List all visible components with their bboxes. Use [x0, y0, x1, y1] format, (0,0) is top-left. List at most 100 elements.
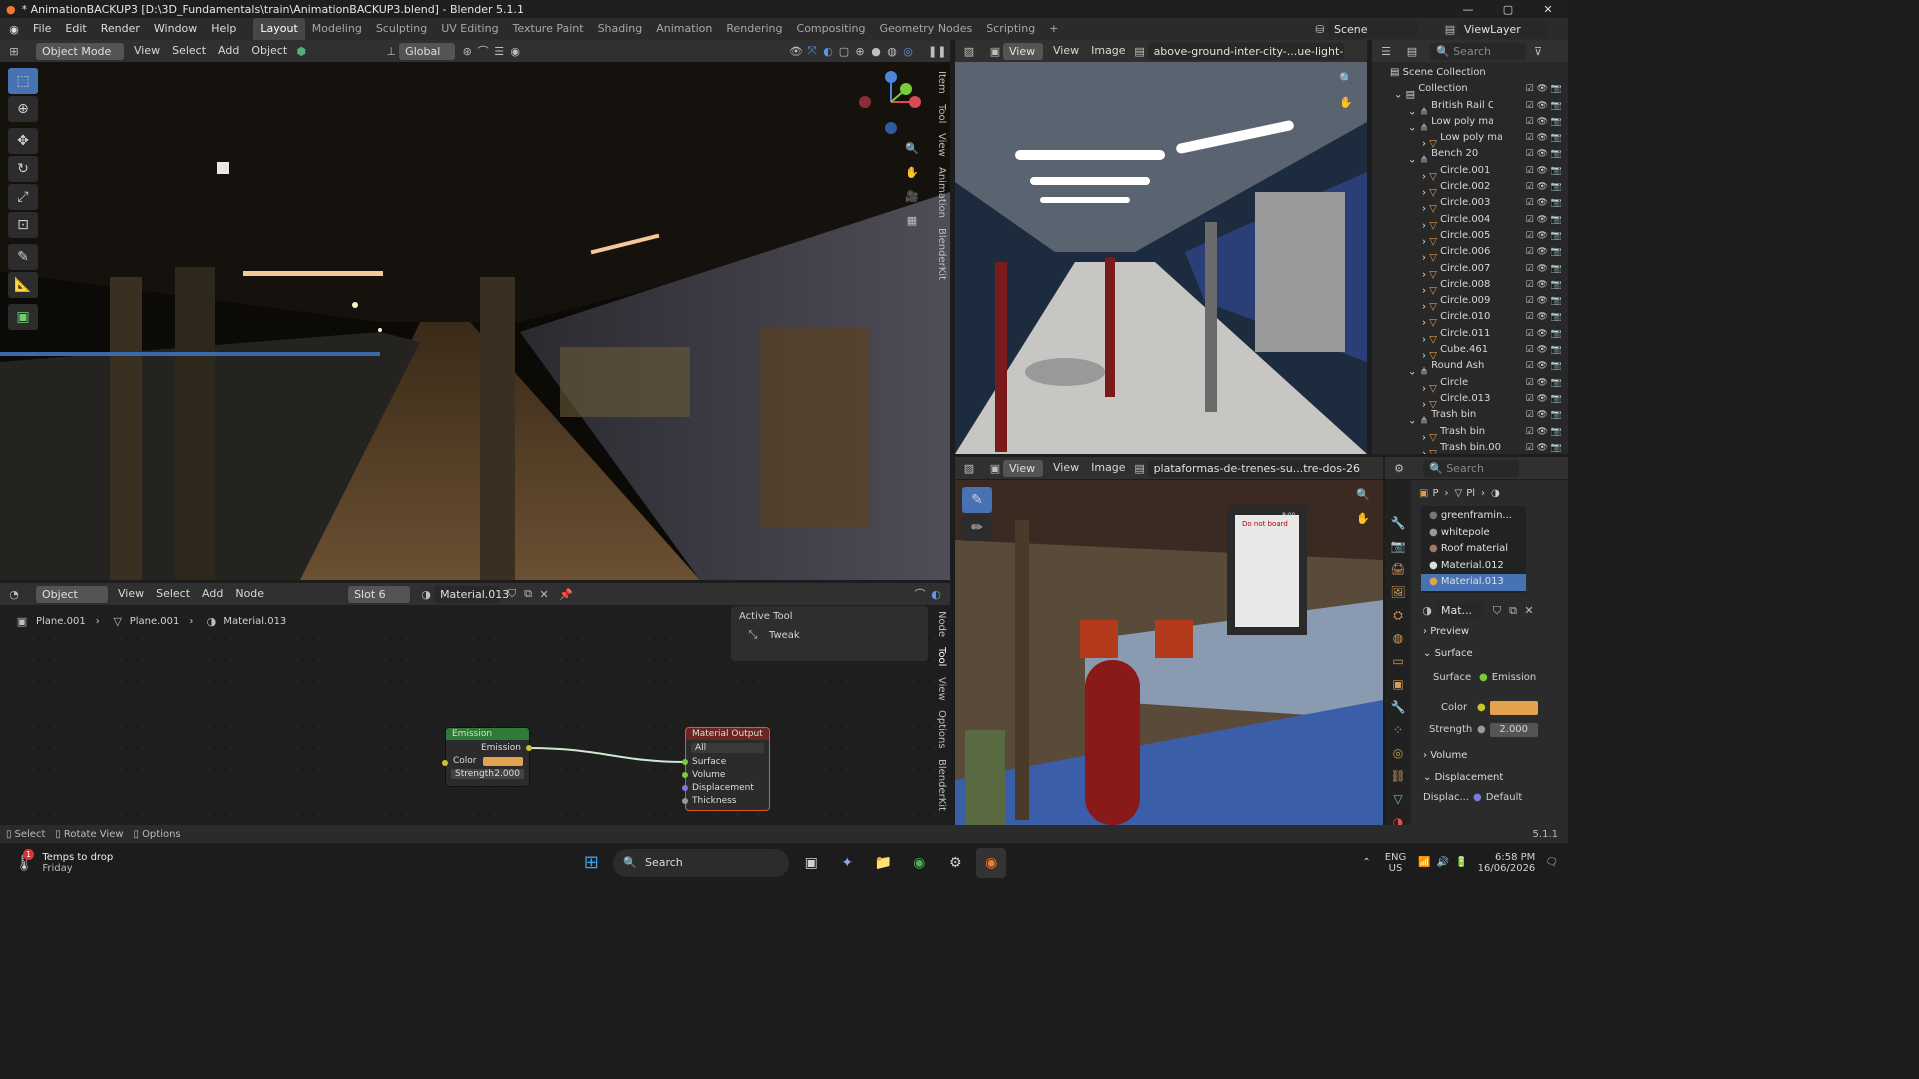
- node-snap-icon[interactable]: ⌒: [912, 586, 928, 602]
- image-sample-tool-icon[interactable]: ✎: [962, 487, 992, 513]
- outliner-row[interactable]: › ▽ Circle.004 ☑ 👁 📷: [1372, 212, 1568, 231]
- pause-render-icon[interactable]: ❚❚: [928, 45, 946, 58]
- image-bottom-menu-view[interactable]: View: [1047, 457, 1085, 479]
- node-editor[interactable]: ▣ Plane.001 › ▽ Plane.001 › ◑ Material.0…: [0, 605, 950, 825]
- image-bottom-name-field[interactable]: plataformas-de-trenes-su...tre-dos-26161…: [1147, 459, 1360, 477]
- tab-shading[interactable]: Shading: [591, 18, 650, 40]
- menu-help[interactable]: Help: [204, 18, 243, 40]
- outliner-type-icon[interactable]: ☰: [1378, 45, 1394, 58]
- visibility-toggles-icon[interactable]: ☑ 👁 📷: [1526, 440, 1562, 454]
- outliner-row[interactable]: › ▽ Trash bin ☑ 👁 📷: [1372, 424, 1568, 443]
- tab-item[interactable]: Item: [934, 66, 949, 99]
- outliner-row[interactable]: › ▽ Circle.009 ☑ 👁 📷: [1372, 293, 1568, 312]
- copilot-icon[interactable]: ✦: [832, 848, 862, 878]
- node-menu-add[interactable]: Add: [196, 583, 229, 605]
- outliner-row[interactable]: › ▽ Circle.007 ☑ 👁 📷: [1372, 261, 1568, 280]
- notification-icon[interactable]: 🗨: [1545, 857, 1558, 868]
- annotate-tool-icon[interactable]: ✎: [8, 244, 38, 270]
- properties-type-icon[interactable]: ⚙: [1391, 462, 1407, 475]
- zoom-icon[interactable]: 🔍: [904, 142, 920, 166]
- prop-unlink-icon[interactable]: ✕: [1521, 604, 1537, 617]
- image-top-view-dropdown[interactable]: View: [1003, 42, 1043, 60]
- image-bottom-view-dropdown[interactable]: View: [1003, 459, 1043, 477]
- lang-primary[interactable]: ENG: [1385, 852, 1407, 863]
- snap-target-icon[interactable]: ☰: [491, 45, 507, 58]
- image2-browse-icon[interactable]: ▤: [1132, 462, 1148, 475]
- shading-material-icon[interactable]: ◍: [884, 45, 900, 58]
- outliner-search-field[interactable]: 🔍 Search: [1430, 42, 1526, 60]
- tab-rendering[interactable]: Rendering: [719, 18, 789, 40]
- displacement-value[interactable]: Default: [1486, 792, 1523, 803]
- material-slot[interactable]: ● Material.013: [1421, 574, 1526, 591]
- node-menu-select[interactable]: Select: [150, 583, 196, 605]
- tab-layout[interactable]: Layout: [253, 18, 305, 40]
- wifi-icon[interactable]: 📶: [1418, 857, 1430, 868]
- constraints-tab-icon[interactable]: ⛓: [1385, 769, 1411, 792]
- outliner-row[interactable]: ⌄ ⋔ Trash bin ☑ 👁 📷: [1372, 407, 1568, 426]
- chrome-icon[interactable]: ◉: [904, 848, 934, 878]
- snap-icon[interactable]: ⌒: [475, 43, 491, 59]
- image-annotate-tool-icon[interactable]: ✏: [962, 515, 992, 541]
- visibility-toggles-icon[interactable]: ☑ 👁 📷: [1526, 244, 1562, 260]
- node-tab-view[interactable]: View: [934, 672, 949, 706]
- slot-dropdown[interactable]: Slot 6: [348, 585, 411, 603]
- tab-modeling[interactable]: Modeling: [305, 18, 369, 40]
- image-bottom-zoom-icon[interactable]: 🔍: [1355, 488, 1371, 512]
- material-slot[interactable]: ● Roof material: [1421, 541, 1526, 558]
- visibility-toggles-icon[interactable]: ☑ 👁 📷: [1526, 326, 1562, 342]
- shading-wire-icon[interactable]: ⊕: [852, 45, 868, 58]
- visibility-toggles-icon[interactable]: ☑ 👁 📷: [1526, 98, 1562, 114]
- display-mode-icon[interactable]: ▤: [1404, 45, 1420, 58]
- prop-fake-user-icon[interactable]: ⛉: [1489, 604, 1505, 618]
- settings-icon[interactable]: ⚙: [940, 848, 970, 878]
- world-tab-icon[interactable]: ◍: [1385, 631, 1411, 654]
- tab-sculpting[interactable]: Sculpting: [369, 18, 434, 40]
- proportional-edit-icon[interactable]: ◉: [507, 45, 523, 58]
- image-editor-bottom[interactable]: Do not board 8:00: [955, 480, 1383, 825]
- tab-animation[interactable]: Animation: [649, 18, 719, 40]
- node-tab-node[interactable]: Node: [934, 606, 949, 642]
- visibility-toggles-icon[interactable]: ☑ 👁 📷: [1526, 277, 1562, 293]
- pin-icon[interactable]: 📌: [558, 588, 574, 601]
- tool-tab-icon[interactable]: 🔧: [1385, 516, 1411, 539]
- measure-tool-icon[interactable]: 📐: [8, 272, 38, 298]
- tab-uv-editing[interactable]: UV Editing: [434, 18, 505, 40]
- outliner-row[interactable]: › ▽ Cube.461 ☑ 👁 📷: [1372, 342, 1568, 361]
- tab-texture-paint[interactable]: Texture Paint: [506, 18, 591, 40]
- duplicate-material-icon[interactable]: ⧉: [520, 587, 536, 601]
- surface-shader-field[interactable]: Emission: [1492, 672, 1537, 683]
- add-workspace-button[interactable]: +: [1042, 18, 1065, 40]
- visibility-toggles-icon[interactable]: ☑ 👁 📷: [1526, 195, 1562, 211]
- select-box-tool-icon[interactable]: ⬚: [8, 68, 38, 94]
- material-name-field[interactable]: Material.013: [434, 585, 509, 603]
- node-tab-options[interactable]: Options: [934, 705, 949, 754]
- view-layer-tab-icon[interactable]: 🖼: [1385, 585, 1411, 608]
- visibility-toggles-icon[interactable]: ☑ 👁 📷: [1526, 163, 1562, 179]
- visibility-toggles-icon[interactable]: ☑ 👁 📷: [1526, 114, 1562, 130]
- output-tab-icon[interactable]: 🖨: [1385, 562, 1411, 585]
- view-layer-selector[interactable]: ViewLayer: [1458, 20, 1548, 38]
- preview-panel[interactable]: › Preview: [1415, 621, 1568, 643]
- scene-collection-row[interactable]: ▤ Scene Collection: [1372, 65, 1568, 81]
- node-tab-blenderkit[interactable]: BlenderKit: [934, 754, 949, 816]
- view-mode-icon[interactable]: ▣: [987, 45, 1003, 58]
- gizmo-icon[interactable]: ⤧: [804, 44, 820, 58]
- start-button-icon[interactable]: ⊞: [576, 848, 606, 878]
- minimize-button[interactable]: —: [1448, 3, 1488, 16]
- visibility-toggles-icon[interactable]: ☑ 👁 📷: [1526, 179, 1562, 195]
- visibility-toggles-icon[interactable]: ☑ 👁 📷: [1526, 228, 1562, 244]
- outliner-row[interactable]: › ▽ Circle.008 ☑ 👁 📷: [1372, 277, 1568, 296]
- node-tab-tool[interactable]: Tool: [934, 642, 949, 671]
- 3d-viewport[interactable]: [0, 62, 950, 580]
- scene-tab-icon[interactable]: ⛭: [1385, 608, 1411, 631]
- transform-orientation-dropdown[interactable]: Global: [399, 42, 456, 60]
- menu-window[interactable]: Window: [147, 18, 204, 40]
- taskbar-search[interactable]: 🔍 Search: [613, 848, 790, 877]
- clock-date[interactable]: 16/06/2026: [1478, 863, 1536, 874]
- volume-panel[interactable]: › Volume: [1415, 745, 1568, 767]
- outliner-row[interactable]: ⌄ ▤ Collection ☑ 👁 📷: [1372, 81, 1568, 100]
- image-top-name-field[interactable]: above-ground-inter-city-...ue-light-1418…: [1147, 42, 1344, 60]
- visibility-icon[interactable]: 👁: [788, 45, 804, 58]
- image-top-pan-icon[interactable]: ✋: [1338, 96, 1354, 120]
- outliner-row[interactable]: › ▽ Low poly ma ☑ 👁 📷: [1372, 130, 1568, 149]
